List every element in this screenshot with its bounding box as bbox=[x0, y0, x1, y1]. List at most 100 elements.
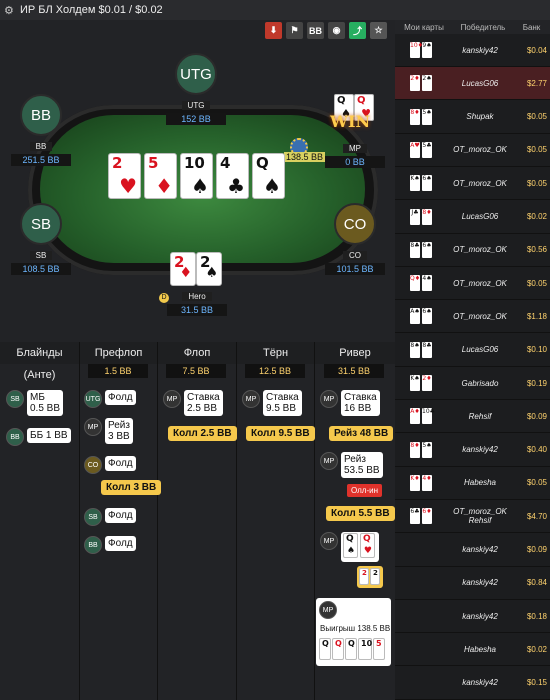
street-label: Префлоп bbox=[80, 342, 157, 364]
action-bubble: Ставка 9.5 BB bbox=[263, 390, 302, 416]
mini-card: A♠ bbox=[410, 308, 420, 325]
action-mp-bet-flop: MP Ставка 2.5 BB bbox=[163, 390, 223, 416]
seat-name: UTG bbox=[181, 101, 211, 110]
action-bubble: Рейз 53.5 BB bbox=[341, 452, 383, 478]
row-bank: $0.05 bbox=[526, 145, 547, 155]
history-row[interactable]: 6♣ 6♦ OT_moroz_OK Rehsif $4.70 bbox=[395, 500, 550, 534]
header-my-cards: Мои карты bbox=[404, 22, 444, 32]
history-row[interactable]: kanskiy42 $0.15 bbox=[395, 667, 550, 700]
position-chip: MP bbox=[84, 418, 102, 436]
poker-table: UTG UTG 152 BB BB BB 251.5 BB Q ♠ Q ♥ WIN … bbox=[0, 20, 395, 320]
history-row[interactable]: 8♠ 8♣ LucasG06 $0.10 bbox=[395, 334, 550, 367]
win-badge: WIN bbox=[330, 112, 371, 131]
board-card: Q ♠ bbox=[252, 153, 285, 199]
mini-card: 8♣ bbox=[410, 241, 420, 258]
row-bank: $0.04 bbox=[526, 45, 547, 55]
seat-bb: BB BB 251.5 BB bbox=[6, 94, 76, 166]
history-row[interactable]: 8♣ 6♠ OT_moroz_OK $0.56 bbox=[395, 234, 550, 267]
history-row[interactable]: K♦ 4♦ Habesha $0.05 bbox=[395, 467, 550, 500]
seat-stack: 251.5 BB bbox=[11, 154, 71, 166]
hero-raise-river: Рейз 48 BB bbox=[329, 426, 394, 441]
row-bank: $0.09 bbox=[526, 545, 547, 554]
street-label: Флоп bbox=[158, 342, 236, 364]
action-bubble: ББ 1 BB bbox=[27, 428, 71, 443]
action-history: Блайнды (Анте) Префлоп 1.5 BB Флоп 7.5 B… bbox=[0, 342, 395, 700]
seat-name: BB bbox=[29, 142, 53, 151]
history-row[interactable]: kanskiy42 $0.18 bbox=[395, 600, 550, 634]
hero-call-turn: Колл 9.5 BB bbox=[246, 426, 315, 441]
row-winner: OT_moroz_OK bbox=[453, 245, 507, 255]
history-row[interactable]: kanskiy42 $0.84 bbox=[395, 567, 550, 600]
seat-name: SB bbox=[29, 251, 53, 260]
row-winner: kanskiy42 bbox=[462, 445, 498, 455]
hero-shown-card: 2 bbox=[370, 568, 380, 585]
seat-co: CO CO 101.5 BB bbox=[320, 203, 390, 275]
row-winner: kanskiy42 bbox=[462, 545, 498, 554]
shown-card: Q ♥ bbox=[360, 533, 375, 558]
seat-name: Hero bbox=[182, 292, 212, 301]
row-cards bbox=[395, 634, 445, 664]
row-bank: $1.18 bbox=[526, 311, 547, 321]
row-cards: 8♠ 8♣ bbox=[395, 335, 445, 365]
board-card: 10 ♠ bbox=[180, 153, 213, 199]
history-row[interactable]: 8♦ 5♠ kanskiy42 $0.40 bbox=[395, 434, 550, 467]
action-bubble: Фолд bbox=[105, 536, 136, 551]
row-bank: $0.05 bbox=[526, 278, 547, 288]
position-chip: MP bbox=[319, 601, 337, 619]
action-bubble: Ставка 16 BB bbox=[341, 390, 380, 416]
action-mp-bet-river: MP Ставка 16 BB bbox=[320, 390, 380, 416]
position-chip: MP bbox=[163, 390, 181, 408]
hero-shown-card: 2 bbox=[359, 568, 369, 585]
history-row[interactable]: 8♦ 5♠ Shupak $0.05 bbox=[395, 101, 550, 134]
seat-name: MP bbox=[343, 144, 367, 153]
winning-card: Q bbox=[319, 638, 331, 660]
history-row[interactable]: 2♦ 2♠ LucasG06 $2.77 bbox=[395, 67, 550, 101]
history-row[interactable]: J♣ 8♦ LucasG06 $0.02 bbox=[395, 201, 550, 234]
mini-card: 5♣ bbox=[422, 141, 432, 158]
mini-card: 8♦ bbox=[410, 108, 420, 125]
mini-card: A♥ bbox=[410, 141, 420, 158]
position-chip: MP bbox=[242, 390, 260, 408]
history-row[interactable]: Habesha $0.02 bbox=[395, 633, 550, 667]
history-row[interactable]: K♠ 2♦ Gabrisado $0.19 bbox=[395, 367, 550, 400]
history-row[interactable]: A♥ 5♣ OT_moroz_OK $0.05 bbox=[395, 134, 550, 167]
avatar: BB bbox=[20, 94, 62, 136]
row-bank: $0.84 bbox=[526, 578, 547, 588]
action-mp-raise: MP Рейз 3 BB bbox=[84, 418, 133, 444]
history-row[interactable]: A♠ 6♠ OT_moroz_OK $1.18 bbox=[395, 300, 550, 334]
mini-card: 2♦ bbox=[422, 375, 432, 391]
history-row[interactable]: A♦ 10♣ Rehsif $0.09 bbox=[395, 400, 550, 434]
position-chip: BB bbox=[6, 428, 24, 446]
row-winner: kanskiy42 bbox=[462, 611, 498, 621]
row-cards: A♠ 6♠ bbox=[395, 301, 445, 331]
board-card: 4 ♣ bbox=[216, 153, 249, 199]
history-row[interactable]: K♠ 6♠ OT_moroz_OK $0.05 bbox=[395, 167, 550, 201]
history-row[interactable]: kanskiy42 $0.09 bbox=[395, 534, 550, 567]
street-pot: 7.5 BB bbox=[166, 364, 226, 378]
street-label: Ривер bbox=[315, 342, 395, 364]
mini-card: 8♠ bbox=[410, 341, 420, 358]
row-winner: LucasG06 bbox=[461, 345, 499, 355]
position-chip: SB bbox=[6, 390, 24, 408]
history-row[interactable]: Q♦ 4♠ OT_moroz_OK $0.05 bbox=[395, 267, 550, 301]
winner-text: Выигрыш 138.5 BB bbox=[320, 624, 391, 633]
row-winner: OT_moroz_OK bbox=[453, 311, 507, 321]
winner-panel: MP Выигрыш 138.5 BB Q Q Q 10 5 bbox=[316, 598, 391, 666]
board-card: 5 ♦ bbox=[144, 153, 177, 199]
gear-icon[interactable]: ⚙ bbox=[4, 4, 16, 17]
mini-card: K♠ bbox=[410, 175, 420, 192]
seat-stack: 108.5 BB bbox=[11, 263, 71, 275]
seat-sb: SB SB 108.5 BB bbox=[6, 203, 76, 275]
row-cards: K♠ 6♠ bbox=[395, 168, 445, 198]
action-bubble: МБ 0.5 BB bbox=[27, 390, 64, 416]
shown-cards: Q ♠ Q ♥ bbox=[341, 532, 379, 562]
row-cards: 6♣ 6♦ bbox=[395, 501, 445, 531]
seat-hero: 2 ♦ 2 ♠ Hero 31.5 BB bbox=[162, 252, 232, 316]
avatar: CO bbox=[334, 203, 376, 245]
street-label: Блайнды (Анте) bbox=[0, 342, 79, 381]
row-winner: kanskiy42 bbox=[462, 578, 498, 588]
history-row[interactable]: 10♦ 9♠ kanskiy42 $0.04 bbox=[395, 34, 550, 67]
position-chip: UTG bbox=[84, 390, 102, 408]
row-bank: $0.05 bbox=[526, 478, 547, 488]
row-bank: $0.18 bbox=[526, 611, 547, 621]
